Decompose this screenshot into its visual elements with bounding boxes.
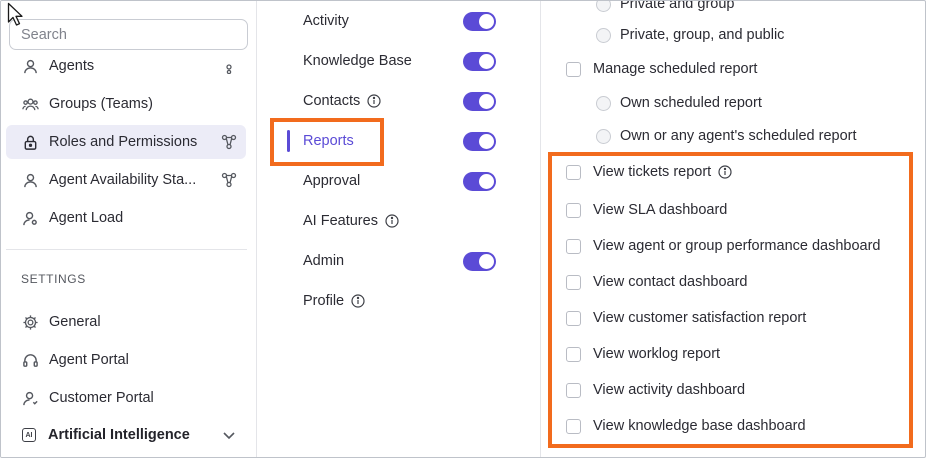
permission-radio-private-and-group[interactable]: Private and group (542, 0, 925, 19)
admin-toggle[interactable] (463, 252, 496, 271)
agent-settings-icon (21, 209, 39, 227)
checkbox[interactable] (566, 62, 581, 77)
info-icon[interactable] (367, 94, 381, 108)
sidebar-item-groups[interactable]: Groups (Teams) (6, 87, 246, 121)
module-row-profile[interactable]: Profile (257, 284, 541, 318)
permission-radio-private-group-public[interactable]: Private, group, and public (542, 20, 925, 50)
agent-icon (21, 171, 39, 189)
search-input[interactable] (9, 19, 248, 50)
radio-button[interactable] (596, 28, 611, 43)
contacts-toggle[interactable] (463, 92, 496, 111)
connection-icon (221, 134, 237, 150)
sidebar-item-label: Groups (Teams) (49, 96, 153, 112)
module-label: Contacts (303, 93, 361, 109)
sidebar-item-label: Roles and Permissions (49, 134, 198, 150)
sidebar-item-roles-and-permissions[interactable]: Roles and Permissions (6, 125, 246, 159)
module-row-activity[interactable]: Activity (257, 4, 541, 38)
settings-section-title: SETTINGS (21, 272, 86, 286)
permission-label: Private, group, and public (620, 27, 785, 43)
permission-label: Manage scheduled report (593, 61, 758, 77)
permission-label: Private and group (620, 0, 735, 12)
chevron-down-icon[interactable] (221, 427, 237, 443)
module-label-wrap: Contacts (303, 93, 381, 109)
module-label: Admin (303, 253, 345, 269)
sidebar-item-label: General (49, 314, 101, 330)
sidebar-item-label: Agents (49, 58, 95, 74)
permission-radio-own-scheduled[interactable]: Own scheduled report (542, 88, 925, 118)
module-label-wrap: Profile (303, 293, 365, 309)
sidebar-item-agent-availability[interactable]: Agent Availability Sta... (6, 163, 246, 197)
gear-icon (21, 313, 39, 331)
permission-label: Own scheduled report (620, 95, 762, 111)
user-icon (21, 389, 39, 407)
sidebar-item-label: Artificial Intelligence (48, 427, 190, 443)
sidebar: Agents Groups (Teams) Roles and Permissi… (1, 1, 257, 457)
module-row-ai-features[interactable]: AI Features (257, 204, 541, 238)
module-label: Activity (303, 13, 349, 29)
app-frame: Agents Groups (Teams) Roles and Permissi… (0, 0, 926, 458)
lock-icon (21, 133, 39, 151)
sidebar-item-label: Agent Load (49, 210, 124, 226)
info-icon[interactable] (351, 294, 365, 308)
radio-button[interactable] (596, 1, 611, 12)
module-label: Approval (303, 173, 361, 189)
sidebar-item-general[interactable]: General (6, 305, 246, 339)
agent-icon (21, 58, 39, 75)
radio-button[interactable] (596, 96, 611, 111)
sidebar-item-label: Customer Portal (49, 390, 154, 406)
permission-label: Own or any agent's scheduled report (620, 128, 857, 144)
approval-toggle[interactable] (463, 172, 496, 191)
sidebar-item-agent-portal[interactable]: Agent Portal (6, 343, 246, 377)
reports-toggle[interactable] (463, 132, 496, 151)
permission-manage-scheduled-report[interactable]: Manage scheduled report (542, 54, 925, 84)
sidebar-item-agents[interactable]: Agents (6, 58, 246, 83)
knowledge-base-toggle[interactable] (463, 52, 496, 71)
sidebar-item-label: Agent Availability Sta... (49, 172, 197, 188)
sidebar-item-agent-load[interactable]: Agent Load (6, 201, 246, 235)
headset-icon (21, 351, 39, 369)
groups-icon (21, 95, 39, 113)
info-icon[interactable] (385, 214, 399, 228)
permission-radio-any-scheduled[interactable]: Own or any agent's scheduled report (542, 121, 925, 151)
module-label: Knowledge Base (303, 53, 412, 69)
sidebar-divider (6, 249, 247, 250)
module-label-wrap: AI Features (303, 213, 399, 229)
module-row-admin[interactable]: Admin (257, 244, 541, 278)
reports-highlight-box (270, 118, 384, 166)
activity-toggle[interactable] (463, 12, 496, 31)
view-permissions-highlight-box (548, 152, 913, 448)
module-label: Profile (303, 293, 345, 309)
sidebar-item-artificial-intelligence[interactable]: AI Artificial Intelligence (6, 418, 246, 452)
sidebar-item-customer-portal[interactable]: Customer Portal (6, 381, 246, 415)
modules-list: Activity Knowledge Base Contacts Reports… (257, 1, 541, 457)
module-row-contacts[interactable]: Contacts (257, 84, 541, 118)
module-row-knowledge-base[interactable]: Knowledge Base (257, 44, 541, 78)
connection-icon (221, 58, 237, 75)
sidebar-item-label: Agent Portal (49, 352, 129, 368)
ai-icon: AI (20, 426, 38, 444)
mouse-cursor-icon (7, 2, 23, 26)
module-label: AI Features (303, 213, 378, 229)
module-row-approval[interactable]: Approval (257, 164, 541, 198)
radio-button[interactable] (596, 129, 611, 144)
connection-icon (221, 172, 237, 188)
